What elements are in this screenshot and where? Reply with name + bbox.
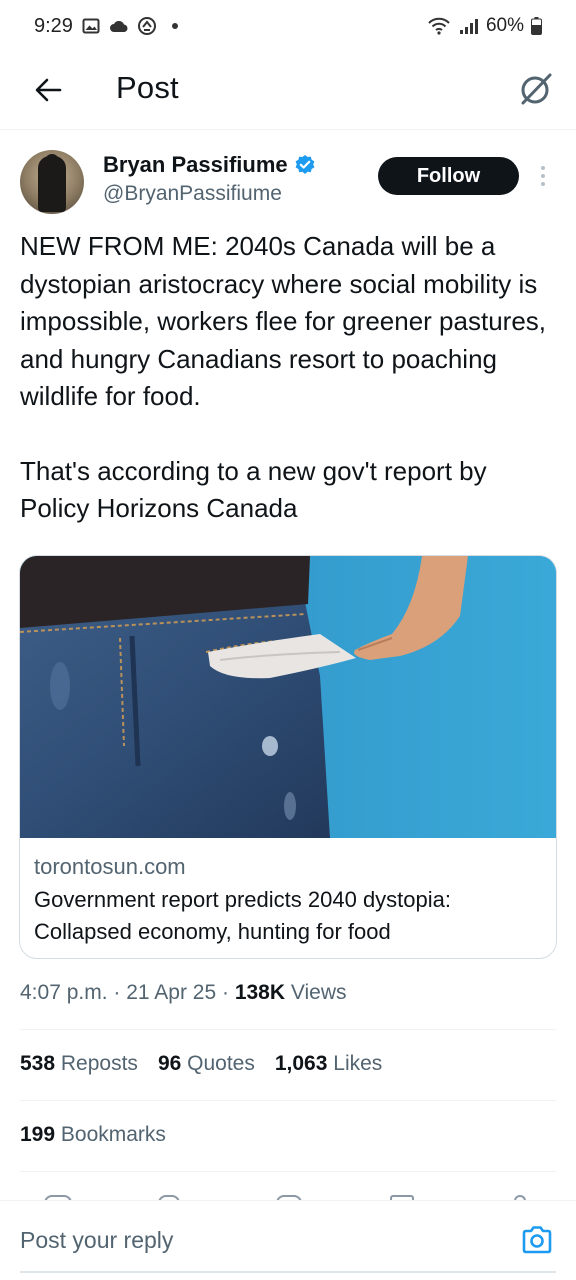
divider	[20, 1100, 556, 1101]
divider	[20, 1029, 556, 1030]
grok-icon	[521, 73, 552, 105]
avatar-head	[45, 154, 59, 168]
engagement-stats: 538 Reposts 96 Quotes 1,063 Likes	[20, 1052, 382, 1076]
likes-label: Likes	[333, 1052, 383, 1075]
author-name-row[interactable]: Bryan Passifiume	[103, 152, 316, 178]
dot-icon	[165, 16, 185, 36]
avatar[interactable]	[20, 150, 84, 214]
cloud-icon	[109, 16, 129, 36]
tweet-time[interactable]: 4:07 p.m.	[20, 981, 108, 1004]
card-image[interactable]	[20, 556, 556, 838]
status-time: 9:29	[34, 14, 73, 37]
gallery-icon	[81, 16, 101, 36]
author-handle[interactable]: @BryanPassifiume	[103, 182, 282, 206]
battery-level: 60%	[485, 15, 524, 36]
grok-button[interactable]	[516, 69, 556, 109]
card-info[interactable]: torontosun.com Government report predict…	[20, 838, 556, 958]
divider	[20, 1171, 556, 1172]
bookmarks-count: 199	[20, 1123, 56, 1146]
reposts-stat[interactable]: 538 Reposts	[20, 1052, 138, 1076]
empty-pocket-image	[20, 556, 556, 838]
arrow-left-icon	[35, 78, 62, 102]
tweet-paragraph: NEW FROM ME: 2040s Canada will be a dyst…	[20, 231, 547, 411]
reposts-label: Reposts	[60, 1052, 138, 1075]
verified-badge-icon[interactable]	[294, 154, 316, 176]
camera-icon	[522, 1226, 552, 1254]
battery-icon	[530, 16, 542, 36]
separator-dot: ·	[221, 981, 235, 1004]
reposts-count: 538	[20, 1052, 56, 1075]
tweet-paragraph: That's according to a new gov't report b…	[20, 455, 487, 524]
reply-bar: Post your reply	[0, 1200, 576, 1280]
page-title: Post	[116, 70, 179, 105]
tweet-date[interactable]: 21 Apr 25	[126, 981, 216, 1004]
status-bar: 9:29 60%	[0, 0, 576, 52]
quotes-label: Quotes	[187, 1052, 255, 1075]
author-name[interactable]: Bryan Passifiume	[103, 152, 288, 178]
more-options-button[interactable]	[532, 160, 554, 192]
views-count: 138K	[234, 981, 286, 1004]
signal-icon	[458, 16, 480, 36]
reply-underline	[20, 1271, 556, 1273]
card-domain: torontosun.com	[34, 854, 186, 879]
views-label: Views	[290, 981, 347, 1004]
likes-count: 1,063	[274, 1052, 328, 1075]
quotes-count: 96	[157, 1052, 182, 1075]
tweet-meta: 4:07 p.m. · 21 Apr 25 · 138K Views	[20, 981, 347, 1005]
card-title: Government report predicts 2040 dystopia…	[34, 887, 452, 944]
separator-dot: ·	[113, 981, 127, 1004]
back-button[interactable]	[28, 70, 68, 110]
wifi-icon	[426, 16, 452, 36]
link-card[interactable]: torontosun.com Government report predict…	[19, 555, 557, 959]
dot	[541, 166, 545, 170]
status-right: 60%	[426, 15, 542, 37]
dot	[541, 182, 545, 186]
reply-input[interactable]: Post your reply	[20, 1227, 173, 1254]
top-bar: Post	[0, 52, 576, 130]
bookmarks-label: Bookmarks	[60, 1123, 166, 1146]
status-left: 9:29	[34, 15, 185, 38]
camera-button[interactable]	[520, 1223, 554, 1257]
tweet-text: NEW FROM ME: 2040s Canada will be a dyst…	[20, 228, 560, 528]
follow-button[interactable]: Follow	[378, 157, 519, 195]
likes-stat[interactable]: 1,063 Likes	[275, 1052, 382, 1076]
dot	[541, 174, 545, 178]
sync-icon	[137, 16, 157, 36]
bookmarks-stat[interactable]: 199 Bookmarks	[20, 1123, 166, 1147]
quotes-stat[interactable]: 96 Quotes	[158, 1052, 255, 1076]
